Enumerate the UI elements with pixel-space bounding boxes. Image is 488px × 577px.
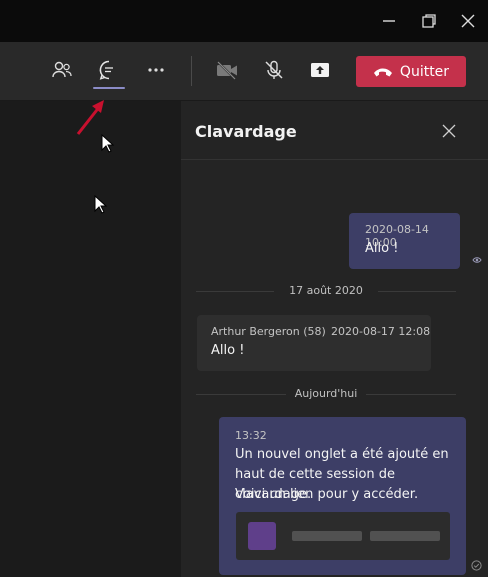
- message-text: Allo !: [365, 241, 399, 256]
- annotation-arrow-icon: [76, 100, 104, 135]
- chat-title: Clavardage: [195, 122, 297, 141]
- date-divider-label: 17 août 2020: [289, 284, 363, 297]
- mouse-cursor-icon: [94, 195, 108, 214]
- minimize-icon[interactable]: [380, 12, 398, 30]
- toolbar-separator: [191, 56, 192, 86]
- mic-off-icon: [265, 60, 283, 79]
- meeting-stage: [0, 101, 181, 577]
- message-author: Arthur Bergeron (58): [211, 325, 326, 338]
- chat-message-self[interactable]: 2020-08-14 10:00 Allo !: [349, 213, 460, 269]
- date-divider-line: [366, 394, 456, 395]
- participants-button[interactable]: [48, 56, 76, 84]
- mouse-cursor-icon: [101, 134, 115, 153]
- seen-icon: [472, 257, 482, 263]
- message-timestamp: 13:32: [235, 429, 267, 442]
- leave-button-label: Quitter: [399, 63, 450, 80]
- more-actions-button[interactable]: [142, 56, 170, 84]
- camera-off-icon: [217, 61, 237, 80]
- meeting-toolbar: Quitter: [0, 42, 488, 101]
- chat-icon: [99, 60, 113, 80]
- people-icon: [52, 61, 72, 78]
- message-text-line: Un nouvel onglet a été ajouté en: [235, 447, 449, 462]
- message-text-line: Voici un lien pour y accéder.: [235, 487, 419, 502]
- message-text: Allo !: [211, 343, 245, 358]
- hang-up-icon: [373, 68, 392, 76]
- restore-icon[interactable]: [420, 12, 438, 30]
- sent-check-icon: [471, 560, 482, 571]
- date-divider-line: [378, 291, 456, 292]
- leave-button[interactable]: Quitter: [356, 56, 466, 87]
- redacted-link-text: [292, 531, 362, 541]
- window-titlebar: [0, 0, 488, 42]
- close-window-icon[interactable]: [459, 12, 477, 30]
- message-timestamp: 2020-08-17 12:08: [331, 325, 431, 338]
- redacted-link-text: [370, 531, 440, 541]
- date-divider-label: Aujourd'hui: [294, 387, 358, 400]
- share-tray-icon: [311, 63, 329, 77]
- camera-toggle-button[interactable]: [213, 56, 241, 84]
- chat-message-other[interactable]: Arthur Bergeron (58) 2020-08-17 12:08 Al…: [197, 315, 431, 371]
- app-tab-icon: [248, 522, 276, 550]
- chat-header: Clavardage: [181, 101, 488, 160]
- date-divider-line: [196, 394, 286, 395]
- chat-button[interactable]: [95, 56, 123, 84]
- more-icon: [148, 68, 164, 72]
- tab-link-card[interactable]: [236, 512, 450, 560]
- share-button[interactable]: [306, 56, 334, 84]
- chat-active-indicator: [93, 87, 125, 89]
- mic-toggle-button[interactable]: [260, 56, 288, 84]
- close-icon[interactable]: [441, 123, 457, 139]
- date-divider-line: [196, 291, 274, 292]
